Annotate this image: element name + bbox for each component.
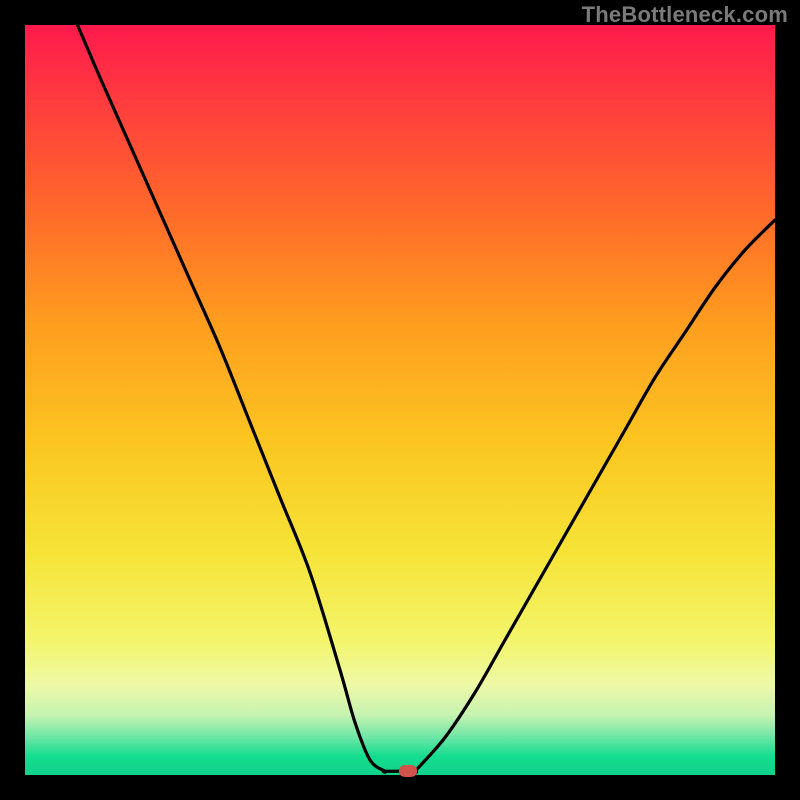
optimal-point-marker — [399, 765, 417, 777]
watermark-text: TheBottleneck.com — [582, 2, 788, 28]
chart-frame: TheBottleneck.com — [0, 0, 800, 800]
bottleneck-curve — [25, 25, 775, 775]
plot-area — [25, 25, 775, 775]
